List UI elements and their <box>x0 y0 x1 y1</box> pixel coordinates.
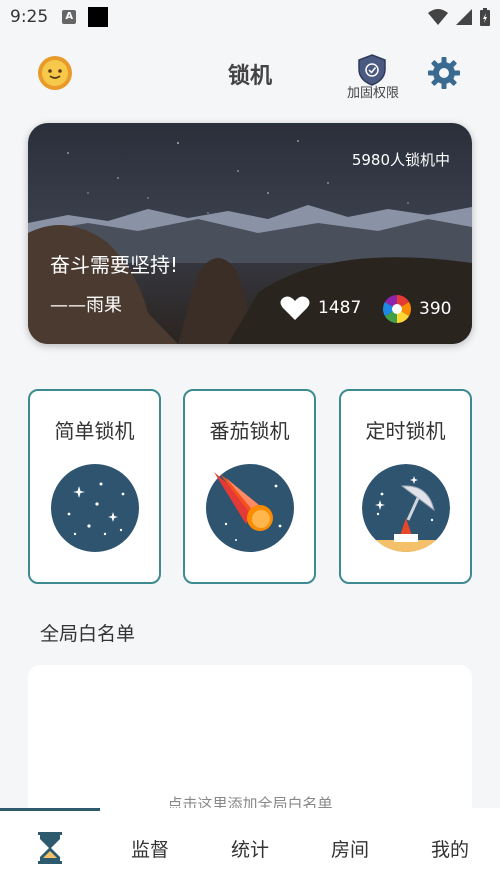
status-bar: 9:25 A <box>0 0 500 34</box>
battery-icon <box>480 8 490 26</box>
view-count: 390 <box>419 299 452 319</box>
like-counter[interactable]: 1487 <box>280 295 361 321</box>
mode-title: 定时锁机 <box>365 419 446 443</box>
hourglass-icon <box>38 832 62 864</box>
mode-title: 简单锁机 <box>54 419 135 443</box>
status-time: 9:25 <box>10 7 49 27</box>
wifi-icon <box>428 9 448 25</box>
settings-button[interactable] <box>427 56 461 90</box>
nav-active-indicator <box>0 808 100 811</box>
signal-icon <box>456 9 472 25</box>
comet-icon <box>206 464 294 552</box>
nav-item-room[interactable]: 房间 <box>300 808 400 888</box>
banner-author: ——雨果 <box>50 295 122 316</box>
reinforce-permission-label: 加固权限 <box>346 86 399 101</box>
header: 锁机 加固权限 <box>0 48 500 101</box>
status-right-icons <box>428 8 490 26</box>
nav-item-stats[interactable]: 统计 <box>200 808 300 888</box>
nav-item-supervise[interactable]: 监督 <box>100 808 200 888</box>
view-counter[interactable]: 390 <box>383 295 451 323</box>
whitelist-title: 全局白名单 <box>40 623 136 645</box>
quote-banner[interactable]: 5980人锁机中 奋斗需要坚持! ——雨果 1487 390 <box>28 123 472 344</box>
aperture-icon <box>383 295 411 323</box>
starry-night-icon <box>51 464 139 552</box>
banner-quote: 奋斗需要坚持! <box>50 253 179 277</box>
notification-square-icon <box>88 7 109 27</box>
simple-lock-card[interactable]: 简单锁机 <box>28 389 161 584</box>
bottom-nav: 监督 统计 房间 我的 <box>0 808 500 888</box>
gear-icon <box>428 57 460 89</box>
like-count: 1487 <box>318 298 362 318</box>
mode-title: 番茄锁机 <box>209 419 290 443</box>
page-title: 锁机 <box>227 64 272 89</box>
nav-item-mine[interactable]: 我的 <box>400 808 500 888</box>
notification-a-icon: A <box>62 10 77 24</box>
locking-count: 5980人锁机中 <box>351 151 450 169</box>
nav-item-lock[interactable] <box>0 808 100 888</box>
tomato-lock-card[interactable]: 番茄锁机 <box>183 389 316 584</box>
heart-icon <box>280 296 310 320</box>
timed-lock-card[interactable]: 定时锁机 <box>339 389 472 584</box>
radar-dish-icon <box>362 464 450 552</box>
